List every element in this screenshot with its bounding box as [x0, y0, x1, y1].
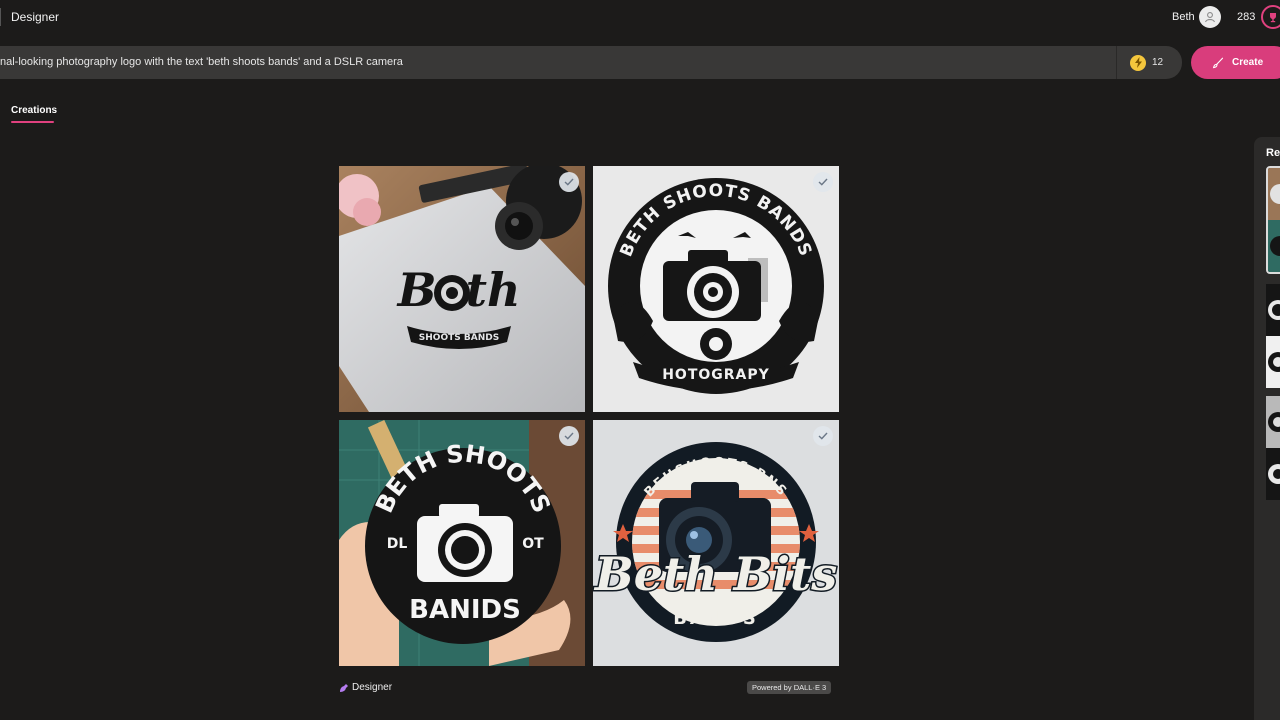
create-button[interactable]: Create [1191, 46, 1280, 79]
top-bar: Designer Beth 283 [0, 0, 1280, 34]
prompt-input[interactable]: nal-looking photography logo with the te… [0, 46, 1182, 79]
image-retro-camera-logo: BEHSHOOTS BNS Beth Bits BANDS [593, 420, 839, 666]
select-checkbox[interactable] [559, 172, 579, 192]
user-icon [1205, 12, 1215, 23]
image1-banner: SHOOTS BANDS [419, 333, 499, 343]
generated-image-3[interactable]: BETH SHOOTS DL OT BANIDS [339, 420, 585, 666]
app-title[interactable]: Designer [11, 10, 59, 24]
select-checkbox[interactable] [559, 426, 579, 446]
user-name[interactable]: Beth [1172, 11, 1195, 23]
brush-icon [1212, 57, 1224, 68]
prompt-divider [1116, 46, 1117, 79]
designer-brand: Designer [339, 682, 392, 693]
boost-counter[interactable]: 12 [1130, 54, 1163, 71]
check-icon [564, 432, 574, 440]
check-icon [564, 178, 574, 186]
image3-right-text: OT [522, 536, 544, 552]
tab-active-indicator [11, 121, 54, 123]
check-icon [818, 178, 828, 186]
image2-bottom-text: HOTOGRAPY [662, 367, 770, 383]
thumbnail-image [1268, 168, 1280, 272]
image-badge-camera: BETH SHOOTS BANDS HOTOGRAPY [593, 166, 839, 412]
image3-left-text: DL [387, 536, 408, 552]
thumbnail-image [1266, 396, 1280, 500]
recent-panel-title: Re [1266, 147, 1280, 159]
image-sticker-in-hand: BETH SHOOTS DL OT BANIDS [339, 420, 585, 666]
select-checkbox[interactable] [813, 426, 833, 446]
boost-count: 12 [1152, 57, 1164, 68]
recent-thumbnail[interactable] [1266, 396, 1280, 500]
rewards-button[interactable] [1261, 5, 1280, 29]
lightning-icon [1130, 54, 1146, 71]
prompt-text[interactable]: nal-looking photography logo with the te… [0, 56, 403, 68]
image3-bottom-text: BANIDS [409, 595, 521, 625]
image-beth-sticker-laptop: Beth SHOOTS BANDS [339, 166, 585, 412]
tab-creations[interactable]: Creations [11, 105, 57, 116]
image4-script: Beth Bits [593, 547, 837, 601]
recent-thumbnail[interactable] [1266, 284, 1280, 388]
thumbnail-image [1266, 284, 1280, 388]
points-count: 283 [1237, 11, 1256, 23]
top-bar-divider [0, 8, 1, 26]
powered-by-badge: Powered by DALL·E 3 [747, 681, 832, 694]
select-checkbox[interactable] [813, 172, 833, 192]
image4-bottom-text: BANDS [673, 608, 759, 629]
recent-thumbnail[interactable] [1266, 166, 1280, 274]
generated-image-1[interactable]: Beth SHOOTS BANDS [339, 166, 585, 412]
check-icon [818, 432, 828, 440]
trophy-icon [1270, 13, 1276, 23]
designer-logo-icon [340, 683, 348, 692]
generated-image-2[interactable]: BETH SHOOTS BANDS HOTOGRAPY [593, 166, 839, 412]
designer-brand-label: Designer [352, 682, 393, 693]
create-label: Create [1232, 57, 1264, 68]
generated-image-4[interactable]: BEHSHOOTS BNS Beth Bits BANDS [593, 420, 839, 666]
avatar[interactable] [1199, 6, 1221, 28]
